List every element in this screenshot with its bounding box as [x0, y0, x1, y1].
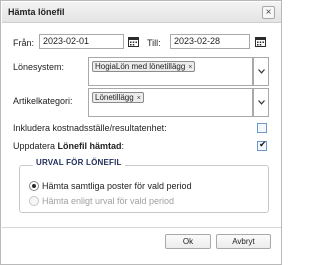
ok-button[interactable]: Ok	[165, 234, 211, 249]
tag-remove-icon[interactable]: ×	[137, 95, 141, 102]
lonesystem-multiselect[interactable]: HogiaLön med lönetillägg ×	[88, 57, 253, 86]
chevron-down-icon	[258, 100, 265, 105]
cancel-button[interactable]: Avbryt	[216, 234, 271, 249]
checkmark-icon: ✔	[259, 139, 267, 149]
include-cost-checkbox[interactable]	[257, 123, 267, 133]
lonesystem-tag[interactable]: HogiaLön med lönetillägg ×	[92, 61, 196, 72]
artikelkategori-label: Artikelkategori:	[13, 96, 73, 106]
tag-remove-icon[interactable]: ×	[188, 64, 192, 71]
radio-all-posts[interactable]	[29, 181, 39, 191]
to-label: Till:	[147, 38, 161, 48]
lonesystem-tag-label: HogiaLön med lönetillägg	[95, 62, 186, 71]
from-date-input[interactable]: 2023-02-01	[39, 34, 124, 49]
calendar-icon[interactable]	[128, 36, 139, 47]
calendar-icon[interactable]	[255, 36, 266, 47]
close-button[interactable]: ×	[262, 6, 275, 19]
lonesystem-dropdown-button[interactable]	[253, 57, 269, 86]
dialog-titlebar[interactable]: Hämta lönefil ×	[2, 2, 281, 23]
update-label: Uppdatera Lönefil hämtad:	[13, 141, 124, 151]
radio-all-posts-label[interactable]: Hämta samtliga poster för vald period	[42, 181, 192, 191]
update-label-suffix: :	[121, 141, 125, 151]
artikelkategori-multiselect[interactable]: Lönetillägg ×	[88, 88, 253, 117]
artikelkategori-tag[interactable]: Lönetillägg ×	[92, 92, 144, 103]
artikelkategori-dropdown-button[interactable]	[253, 88, 269, 117]
update-label-prefix: Uppdatera	[13, 141, 58, 151]
footer-divider	[2, 227, 281, 228]
hamta-lonefil-dialog: Hämta lönefil × Från: 2023-02-01 Till: 2…	[0, 0, 282, 265]
dialog-title: Hämta lönefil	[8, 7, 65, 17]
to-date-input[interactable]: 2023-02-28	[170, 34, 250, 49]
lonesystem-label: Lönesystem:	[13, 62, 65, 72]
urval-group-title: URVAL FÖR LÖNEFIL	[33, 158, 125, 167]
include-cost-label: Inkludera kostnadsställe/resultatenhet:	[13, 123, 167, 133]
chevron-down-icon	[258, 69, 265, 74]
from-label: Från:	[13, 38, 35, 48]
close-icon: ×	[265, 7, 272, 18]
radio-filtered-posts[interactable]	[29, 196, 39, 206]
radio-filtered-posts-label[interactable]: Hämta enligt urval för vald period	[42, 196, 174, 206]
artikelkategori-tag-label: Lönetillägg	[95, 93, 134, 102]
update-checkbox[interactable]: ✔	[257, 139, 267, 151]
update-label-bold: Lönefil hämtad	[57, 141, 122, 151]
